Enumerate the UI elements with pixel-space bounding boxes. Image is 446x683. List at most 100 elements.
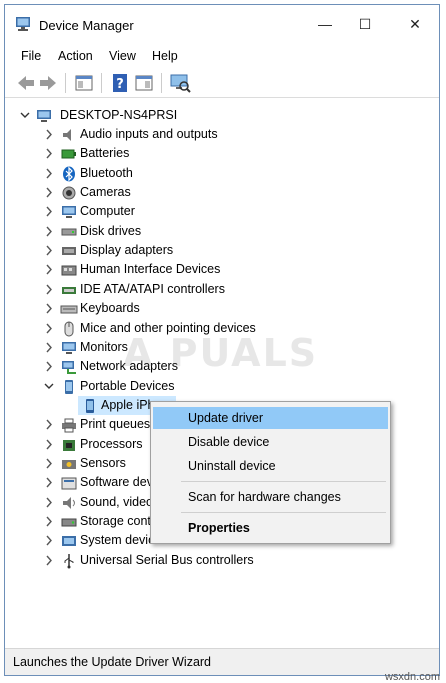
tree-item-label: Sound, video	[80, 494, 153, 509]
tree-item-bluetooth[interactable]: Bluetooth	[5, 164, 439, 183]
menu-item-label: Uninstall device	[188, 459, 276, 473]
tree-item-portable-devices[interactable]: Portable Devices	[5, 377, 439, 396]
menu-view[interactable]: View	[109, 49, 136, 63]
keyboard-icon	[60, 305, 78, 314]
monitor-icon	[62, 341, 76, 354]
portable-device-icon	[65, 379, 73, 394]
sound-icon	[63, 496, 75, 509]
chevron-right-icon[interactable]	[43, 183, 55, 202]
toolbar: ?	[5, 67, 439, 98]
menu-item-uninstall-device[interactable]: Uninstall device	[153, 455, 388, 477]
device-manager-window: Device Manager — ☐ ✕ File Action View He…	[4, 4, 440, 676]
menu-action[interactable]: Action	[58, 49, 93, 63]
software-device-icon	[61, 477, 77, 490]
tree-item-label: Portable Devices	[80, 378, 175, 393]
watermark-text: A PUALS	[123, 331, 319, 375]
monitor-icon	[62, 206, 76, 219]
ide-icon	[62, 286, 76, 294]
phone-icon	[86, 398, 94, 413]
chevron-down-icon[interactable]	[19, 106, 31, 125]
menu-item-properties[interactable]: Properties	[153, 517, 388, 539]
tree-item-label: Universal Serial Bus controllers	[80, 552, 254, 567]
chevron-right-icon[interactable]	[43, 415, 55, 434]
help-icon[interactable]: ?	[109, 72, 131, 94]
battery-icon	[61, 149, 76, 159]
tree-item-label: Processors	[80, 436, 143, 451]
chevron-right-icon[interactable]	[43, 280, 55, 299]
forward-arrow-icon[interactable]	[37, 72, 59, 94]
tree-item-label: Bluetooth	[80, 165, 133, 180]
tree-item-label: Software dev	[80, 475, 153, 490]
toolbar-separator	[101, 73, 102, 93]
chevron-right-icon[interactable]	[43, 222, 55, 241]
device-manager-app-icon	[16, 17, 30, 31]
menu-item-label: Update driver	[188, 411, 264, 425]
tree-item-ide-ata-atapi-controllers[interactable]: IDE ATA/ATAPI controllers	[5, 280, 439, 299]
chevron-right-icon[interactable]	[43, 493, 55, 512]
menu-file[interactable]: File	[21, 49, 41, 63]
menu-item-label: Disable device	[188, 435, 270, 449]
chevron-right-icon[interactable]	[43, 338, 55, 357]
chevron-right-icon[interactable]	[43, 512, 55, 531]
tree-item-universal-serial-bus-controllers[interactable]: Universal Serial Bus controllers	[5, 551, 439, 570]
mouse-icon	[64, 321, 74, 336]
chevron-right-icon[interactable]	[43, 164, 55, 183]
tree-item-label: Cameras	[80, 185, 131, 200]
tree-item-label: Monitors	[80, 339, 128, 354]
display-adapter-icon	[62, 247, 76, 256]
tree-item-label: IDE ATA/ATAPI controllers	[80, 281, 225, 296]
chevron-right-icon[interactable]	[43, 319, 55, 338]
chevron-right-icon[interactable]	[43, 260, 55, 279]
tree-root-row[interactable]: DESKTOP-NS4PRSI	[5, 106, 439, 125]
camera-icon	[62, 186, 76, 200]
chevron-right-icon[interactable]	[43, 202, 55, 221]
show-hide-console-tree-icon[interactable]	[73, 72, 95, 94]
tree-item-label: Audio inputs and outputs	[80, 127, 218, 141]
status-bar: Launches the Update Driver Wizard	[5, 648, 439, 675]
properties-icon[interactable]	[133, 72, 155, 94]
tree-item-label: Batteries	[80, 146, 130, 161]
tree-item-batteries[interactable]: Batteries	[5, 144, 439, 163]
chevron-right-icon[interactable]	[43, 454, 55, 473]
menu-item-disable-device[interactable]: Disable device	[153, 431, 388, 453]
processor-icon	[63, 439, 75, 451]
toolbar-separator	[65, 73, 66, 93]
tree-item-label: Sensors	[80, 455, 126, 470]
tree-item-label: System devic	[80, 533, 155, 548]
tree-item-label: Storage cont	[80, 514, 151, 528]
computer-icon	[37, 110, 51, 122]
menu-item-update-driver[interactable]: Update driver	[153, 407, 388, 429]
menu-item-scan-hardware[interactable]: Scan for hardware changes	[153, 486, 388, 508]
chevron-right-icon[interactable]	[43, 531, 55, 550]
chevron-right-icon[interactable]	[43, 241, 55, 260]
chevron-right-icon[interactable]	[43, 551, 55, 570]
printer-icon	[62, 418, 76, 433]
tree-item-human-interface-devices[interactable]: Human Interface Devices	[5, 260, 439, 279]
chevron-right-icon[interactable]	[43, 299, 55, 318]
tree-item-computer[interactable]: Computer	[5, 202, 439, 221]
scan-hardware-icon[interactable]	[169, 72, 191, 94]
maximize-button[interactable]: ☐	[342, 5, 388, 43]
usb-icon	[64, 553, 74, 569]
menu-separator	[181, 481, 386, 482]
tree-item-display-adapters[interactable]: Display adapters	[5, 241, 439, 260]
chevron-right-icon[interactable]	[43, 435, 55, 454]
chevron-right-icon[interactable]	[43, 144, 55, 163]
storage-icon	[61, 518, 77, 527]
back-arrow-icon[interactable]	[15, 72, 37, 94]
tree-root-label: DESKTOP-NS4PRSI	[60, 108, 178, 122]
speaker-icon	[63, 129, 71, 141]
tree-item-keyboards[interactable]: Keyboards	[5, 299, 439, 318]
menu-help[interactable]: Help	[152, 49, 178, 63]
tree-item-disk-drives[interactable]: Disk drives	[5, 222, 439, 241]
tree-item-audio-inputs-and-outputs[interactable]: Audio inputs and outputs	[5, 125, 439, 144]
chevron-right-icon[interactable]	[43, 125, 55, 144]
chevron-right-icon[interactable]	[43, 357, 55, 376]
disk-icon	[61, 228, 77, 236]
close-button[interactable]: ✕	[392, 5, 438, 43]
tree-item-label: Human Interface Devices	[80, 262, 221, 277]
chevron-down-icon[interactable]	[43, 377, 55, 396]
tree-item-cameras[interactable]: Cameras	[5, 183, 439, 202]
window-title: Device Manager	[39, 18, 134, 33]
chevron-right-icon[interactable]	[43, 473, 55, 492]
